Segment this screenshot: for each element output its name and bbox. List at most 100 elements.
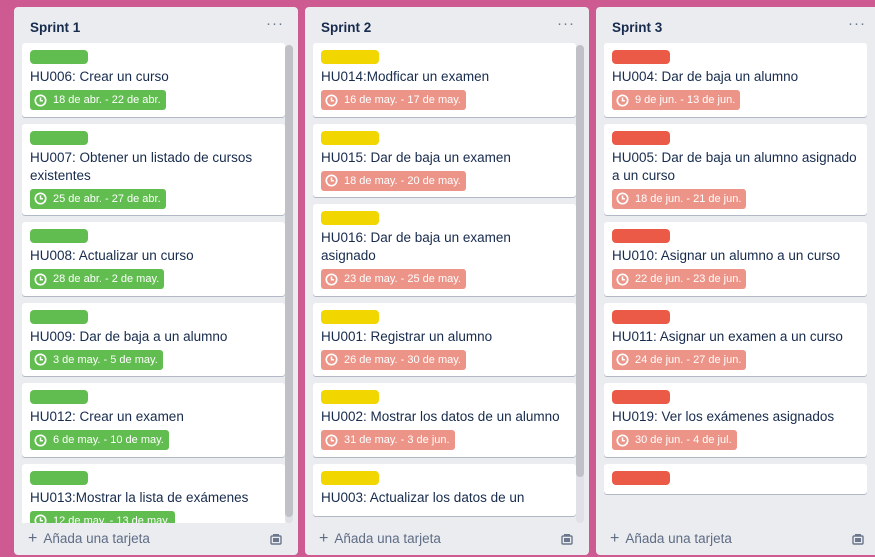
add-card-button[interactable]: + Añada una tarjeta [28,530,150,548]
due-date-badge[interactable]: 18 de abr. - 22 de abr. [30,90,166,110]
card-title: HU007: Obtener un listado de cursos exis… [30,149,253,183]
due-date-text: 30 de jun. - 4 de jul. [635,434,732,446]
due-date-text: 28 de abr. - 2 de may. [53,273,160,285]
due-date-text: 16 de may. - 17 de may. [344,94,461,106]
card[interactable]: HU005: Dar de baja un alumno asignado a … [604,123,867,215]
card-label-yellow[interactable] [321,130,379,145]
card-template-icon[interactable] [852,534,864,545]
card[interactable]: HU008: Actualizar un curso 28 de abr. - 2… [22,222,285,296]
card[interactable]: HU002: Mostrar los datos de un alumno 31 … [313,383,576,457]
scrollbar-thumb[interactable] [285,45,293,517]
due-date-badge[interactable]: 16 de may. - 17 de may. [321,90,466,110]
list-footer: + Añada una tarjeta [14,525,298,555]
card[interactable] [604,463,867,494]
card-label-green[interactable] [30,309,88,324]
due-date-text: 24 de jun. - 27 de jun. [635,353,742,366]
card-title: HU008: Actualizar un curso [30,248,194,263]
due-date-badge[interactable]: 23 de may. - 25 de may. [321,269,466,289]
card[interactable]: HU013:Mostrar la lista de exámenes 12 de … [22,463,285,523]
card-label-yellow[interactable] [321,211,379,225]
clock-icon [616,192,629,205]
card-container: HU004: Dar de baja un alumno 9 de jun. - … [604,43,867,523]
add-card-button[interactable]: + Añada una tarjeta [319,530,441,548]
card-title: HU019: Ver los exámenes asignados [612,409,835,424]
due-date-badge[interactable]: 12 de may. - 13 de may. [30,510,175,523]
card-label-red[interactable] [612,390,670,404]
card-label-green[interactable] [30,130,88,145]
scrollbar[interactable] [285,45,293,523]
due-date-badge[interactable]: 18 de jun. - 21 de jun. [612,188,747,209]
list-menu-button[interactable]: ··· [266,15,284,32]
card[interactable]: HU009: Dar de baja a un alumno 3 de may. … [22,302,285,376]
list-footer: + Añada una tarjeta [596,525,875,555]
card[interactable]: HU016: Dar de baja un examen asignado 23 … [313,204,576,296]
due-date-badge[interactable]: 24 de jun. - 27 de jun. [612,349,747,370]
due-date-text: 3 de may. - 5 de may. [53,353,158,366]
due-date-badge[interactable]: 28 de abr. - 2 de may. [30,269,165,289]
card-label-red[interactable] [612,229,670,243]
due-date-badge[interactable]: 25 de abr. - 27 de abr. [30,188,166,209]
clock-icon [325,174,338,187]
due-date-badge[interactable]: 3 de may. - 5 de may. [30,349,163,370]
plus-icon: + [28,530,38,547]
clock-icon [325,272,338,286]
list-header[interactable]: Sprint 2 ··· [305,7,589,43]
due-date-badge[interactable]: 9 de jun. - 13 de jun. [612,90,741,110]
card[interactable]: HU015: Dar de baja un examen 18 de may. -… [313,123,576,197]
add-card-label: Añada una tarjeta [334,531,441,546]
card[interactable]: HU011: Asignar un examen a un curso 24 de… [604,302,867,376]
card-label-yellow[interactable] [321,390,379,404]
card-label-yellow[interactable] [321,50,379,64]
card-label-red[interactable] [612,470,670,485]
card-title: HU009: Dar de baja a un alumno [30,328,228,344]
due-date-badge[interactable]: 26 de may. - 30 de may. [321,349,466,370]
due-date-text: 25 de abr. - 27 de abr. [53,192,161,205]
list-header[interactable]: Sprint 1 ··· [14,7,298,43]
card[interactable]: HU003: Actualizar los datos de un [313,463,576,516]
clock-icon [616,433,629,447]
card-label-yellow[interactable] [321,309,379,324]
scrollbar-thumb[interactable] [576,45,584,477]
clock-icon [34,192,47,205]
card[interactable]: HU012: Crear un examen 6 de may. - 10 de … [22,383,285,457]
card[interactable]: HU007: Obtener un listado de cursos exis… [22,123,285,215]
clock-icon [34,514,47,523]
card-label-yellow[interactable] [321,470,379,485]
clock-icon [325,433,338,447]
card-label-red[interactable] [612,130,670,145]
card-label-green[interactable] [30,390,88,404]
list-header[interactable]: Sprint 3 ··· [596,7,875,43]
card[interactable]: HU006: Crear un curso 18 de abr. - 22 de … [22,43,285,117]
card-template-icon[interactable] [270,534,282,545]
add-card-button[interactable]: + Añada una tarjeta [610,530,732,548]
list-menu-button[interactable]: ··· [848,15,866,32]
card-label-green[interactable] [30,50,88,64]
due-date-badge[interactable]: 6 de may. - 10 de may. [30,430,169,450]
due-date-badge[interactable]: 31 de may. - 3 de jun. [321,430,455,450]
card-label-red[interactable] [612,309,670,324]
card[interactable]: HU010: Asignar un alumno a un curso 22 de… [604,222,867,296]
card-title: HU004: Dar de baja un alumno [612,69,799,84]
card[interactable]: HU019: Ver los exámenes asignados 30 de j… [604,383,867,457]
card[interactable]: HU004: Dar de baja un alumno 9 de jun. - … [604,43,867,117]
card-title: HU010: Asignar un alumno a un curso [612,248,841,263]
due-date-text: 18 de may. - 20 de may. [344,174,461,187]
card-label-green[interactable] [30,229,88,243]
due-date-text: 9 de jun. - 13 de jun. [635,94,736,106]
clock-icon [616,93,629,107]
card-label-green[interactable] [30,470,88,485]
card[interactable]: HU014:Modficar un examen 16 de may. - 17 … [313,43,576,117]
due-date-badge[interactable]: 30 de jun. - 4 de jul. [612,430,737,450]
card-title: HU014:Modficar un examen [321,69,490,84]
scrollbar[interactable] [576,45,584,523]
due-date-badge[interactable]: 22 de jun. - 23 de jun. [612,269,747,289]
card-title: HU013:Mostrar la lista de exámenes [30,489,249,505]
card-template-icon[interactable] [561,534,573,545]
card[interactable]: HU001: Registrar un alumno 26 de may. - 3… [313,302,576,376]
list-menu-button[interactable]: ··· [557,15,575,32]
clock-icon [325,353,338,366]
clock-icon [616,353,629,366]
due-date-badge[interactable]: 18 de may. - 20 de may. [321,170,466,191]
due-date-text: 23 de may. - 25 de may. [344,273,461,285]
card-label-red[interactable] [612,50,670,64]
